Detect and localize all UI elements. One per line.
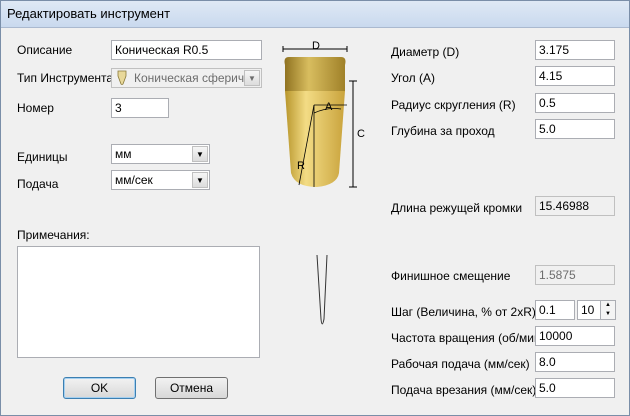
tool-type-value: Коническая сферичес	[134, 71, 257, 85]
finish-offset-input[interactable]: 1.5875	[535, 265, 615, 285]
finish-offset-label: Финишное смещение	[391, 269, 511, 283]
angle-input[interactable]: 4.15	[535, 66, 615, 86]
cancel-button[interactable]: Отмена	[155, 377, 228, 399]
work-feed-label: Рабочая подача (мм/сек)	[391, 357, 530, 371]
label-c: C	[357, 128, 365, 140]
angle-label: Угол (A)	[391, 71, 435, 85]
depth-label: Глубина за проход	[391, 124, 495, 138]
number-input[interactable]: 3	[111, 98, 169, 118]
number-label: Номер	[17, 101, 54, 115]
feed-select[interactable]: мм/сек ▼	[111, 170, 210, 190]
notes-label: Примечания:	[17, 228, 90, 242]
step-input[interactable]: 0.1	[535, 300, 575, 320]
plunge-feed-label: Подача врезания (мм/сек)	[391, 383, 537, 397]
feed-label: Подача	[17, 177, 59, 191]
tool-diagram: D A R C	[282, 40, 365, 325]
step-label: Шаг (Величина, % от 2xR)	[391, 305, 536, 319]
spin-up-icon[interactable]: ▲	[601, 301, 615, 310]
spin-down-icon[interactable]: ▼	[601, 310, 615, 319]
window-title: Редактировать инструмент	[7, 6, 171, 21]
description-label: Описание	[17, 43, 73, 57]
plunge-feed-input[interactable]: 5.0	[535, 378, 615, 398]
depth-input[interactable]: 5.0	[535, 119, 615, 139]
chevron-down-icon[interactable]: ▼	[192, 172, 208, 188]
tool-shank	[284, 57, 346, 91]
step-percent-input[interactable]: 10	[577, 300, 601, 320]
radius-input[interactable]: 0.5	[535, 93, 615, 113]
label-r: R	[297, 160, 305, 172]
conical-tool-icon	[116, 70, 128, 86]
tool-type-select[interactable]: Коническая сферичес ▼	[111, 68, 262, 88]
ok-button[interactable]: OK	[63, 377, 136, 399]
work-feed-input[interactable]: 8.0	[535, 352, 615, 372]
chevron-down-icon[interactable]: ▼	[192, 146, 208, 162]
tool-type-label: Тип Инструмента	[17, 71, 114, 85]
label-a: A	[325, 101, 333, 113]
chevron-down-icon[interactable]: ▼	[244, 70, 260, 86]
edit-tool-dialog: Редактировать инструмент Описание Кониче…	[0, 0, 630, 416]
spindle-speed-label: Частота вращения (об/мин)	[391, 331, 545, 345]
title-bar: Редактировать инструмент	[1, 1, 629, 28]
tool-profile-preview	[316, 254, 328, 325]
step-percent-spinner[interactable]: ▲ ▼	[600, 300, 616, 320]
edge-length-label: Длина режущей кромки	[391, 201, 523, 215]
units-label: Единицы	[17, 150, 68, 164]
units-value: мм	[115, 147, 132, 161]
label-d: D	[312, 40, 320, 52]
units-select[interactable]: мм ▼	[111, 144, 210, 164]
radius-label: Радиус скругления (R)	[391, 98, 516, 112]
diameter-input[interactable]: 3.175	[535, 40, 615, 60]
diameter-label: Диаметр (D)	[391, 45, 460, 59]
spindle-speed-input[interactable]: 10000	[535, 326, 615, 346]
feed-value: мм/сек	[115, 173, 153, 187]
edge-length-value: 15.46988	[535, 196, 615, 216]
description-input[interactable]: Коническая R0.5	[111, 40, 262, 60]
notes-textarea[interactable]	[17, 246, 260, 358]
